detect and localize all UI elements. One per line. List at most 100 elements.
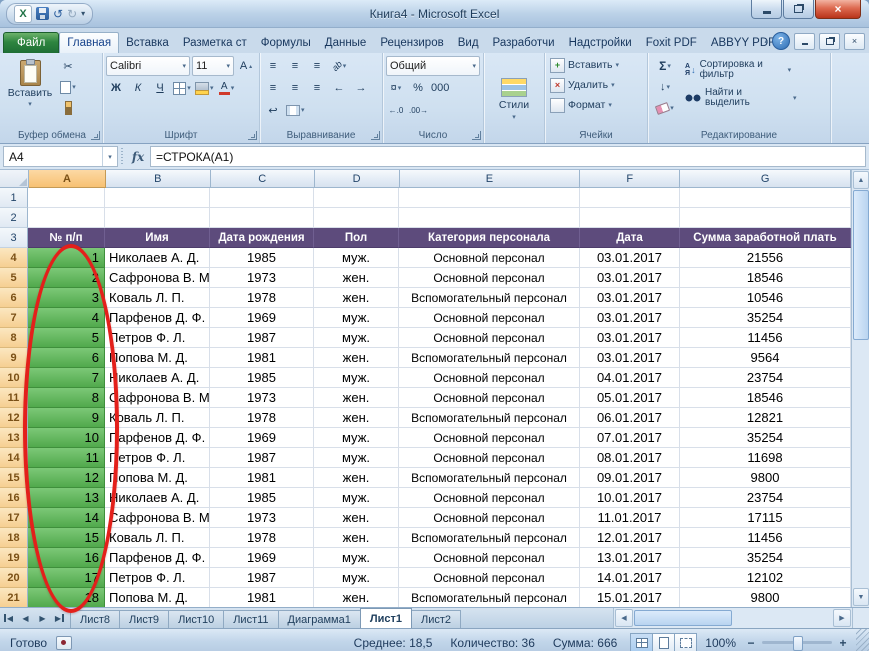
cell-C10[interactable]: 1985 [210, 368, 314, 388]
cell-D17[interactable]: жен. [314, 508, 399, 528]
paste-button[interactable]: Вставить ▾ [5, 56, 55, 127]
cell-E13[interactable]: Основной персонал [399, 428, 580, 448]
cell-D11[interactable]: жен. [314, 388, 399, 408]
cell-B13[interactable]: Парфенов Д. Ф. [105, 428, 210, 448]
close-button[interactable]: × [815, 0, 861, 19]
bold-button[interactable]: Ж [106, 78, 126, 98]
cell-G15[interactable]: 9800 [680, 468, 851, 488]
row-header-15[interactable]: 15 [0, 468, 28, 488]
cell-E8[interactable]: Основной персонал [399, 328, 580, 348]
cell-F10[interactable]: 04.01.2017 [580, 368, 680, 388]
clipboard-dialog-launcher[interactable] [91, 131, 100, 140]
cell-G6[interactable]: 10546 [680, 288, 851, 308]
cell-G4[interactable]: 21556 [680, 248, 851, 268]
cell-D15[interactable]: жен. [314, 468, 399, 488]
orientation-button[interactable]: ab ▾ [329, 56, 349, 76]
workbook-close-button[interactable]: × [844, 32, 865, 50]
cell-F13[interactable]: 07.01.2017 [580, 428, 680, 448]
minimize-button[interactable] [751, 0, 782, 19]
cell-G1[interactable] [680, 188, 851, 208]
row-header-8[interactable]: 8 [0, 328, 28, 348]
cell-B1[interactable] [105, 188, 210, 208]
cell-G5[interactable]: 18546 [680, 268, 851, 288]
cell-C11[interactable]: 1973 [210, 388, 314, 408]
ribbon-tab-вид[interactable]: Вид [451, 33, 486, 53]
cell-C1[interactable] [210, 188, 314, 208]
cell-A14[interactable]: 11 [28, 448, 105, 468]
cell-A19[interactable]: 16 [28, 548, 105, 568]
sheet-tab-лист11[interactable]: Лист11 [223, 610, 279, 628]
cell-B11[interactable]: Сафронова В. М. [105, 388, 210, 408]
cell-F4[interactable]: 03.01.2017 [580, 248, 680, 268]
delete-cells-button[interactable]: × Удалить ▾ [548, 76, 644, 94]
wrap-text-button[interactable]: ↩ [263, 100, 283, 120]
accounting-format-button[interactable]: ¤ ▾ [386, 78, 406, 98]
cell-C18[interactable]: 1978 [210, 528, 314, 548]
page-break-view-button[interactable] [674, 632, 698, 651]
horizontal-scrollbar[interactable]: ◀ ▶ [613, 608, 852, 628]
cell-D14[interactable]: муж. [314, 448, 399, 468]
insert-function-button[interactable]: fx [126, 147, 150, 166]
styles-button[interactable]: Стили ▾ [486, 55, 542, 143]
cell-B3[interactable]: Имя [105, 228, 210, 248]
font-size-select[interactable]: 11 ▾ [192, 56, 234, 76]
cell-B12[interactable]: Коваль Л. П. [105, 408, 210, 428]
cell-A13[interactable]: 10 [28, 428, 105, 448]
cell-D18[interactable]: жен. [314, 528, 399, 548]
ribbon-tab-рецензиров[interactable]: Рецензиров [373, 33, 450, 53]
workbook-restore-button[interactable] [819, 32, 840, 50]
row-header-4[interactable]: 4 [0, 248, 28, 268]
cell-A5[interactable]: 2 [28, 268, 105, 288]
cell-D6[interactable]: жен. [314, 288, 399, 308]
row-header-6[interactable]: 6 [0, 288, 28, 308]
resize-grip[interactable] [856, 629, 869, 651]
cell-B14[interactable]: Петров Ф. Л. [105, 448, 210, 468]
cell-A12[interactable]: 9 [28, 408, 105, 428]
cell-F18[interactable]: 12.01.2017 [580, 528, 680, 548]
cell-G18[interactable]: 11456 [680, 528, 851, 548]
cell-E20[interactable]: Основной персонал [399, 568, 580, 588]
row-header-19[interactable]: 19 [0, 548, 28, 568]
previous-sheet-button[interactable]: ◀ [17, 608, 34, 628]
cell-G12[interactable]: 12821 [680, 408, 851, 428]
column-header-G[interactable]: G [680, 170, 851, 188]
cell-F15[interactable]: 09.01.2017 [580, 468, 680, 488]
tab-file[interactable]: Файл [3, 32, 60, 53]
row-header-1[interactable]: 1 [0, 188, 28, 208]
align-center-button[interactable]: ≡ [285, 78, 305, 98]
cell-B5[interactable]: Сафронова В. М. [105, 268, 210, 288]
row-header-9[interactable]: 9 [0, 348, 28, 368]
cell-E9[interactable]: Вспомогательный персонал [399, 348, 580, 368]
cell-G2[interactable] [680, 208, 851, 228]
cell-C9[interactable]: 1981 [210, 348, 314, 368]
first-sheet-button[interactable]: ◀ [0, 608, 17, 628]
cell-G21[interactable]: 9800 [680, 588, 851, 607]
ribbon-tab-главная[interactable]: Главная [59, 32, 120, 53]
cell-E17[interactable]: Основной персонал [399, 508, 580, 528]
find-select-button[interactable]: Найти и выделить ▾ [682, 84, 827, 111]
decrease-indent-button[interactable]: ← [329, 78, 349, 98]
cell-D13[interactable]: муж. [314, 428, 399, 448]
last-sheet-button[interactable]: ▶ [51, 608, 68, 628]
cell-C13[interactable]: 1969 [210, 428, 314, 448]
row-header-11[interactable]: 11 [0, 388, 28, 408]
ribbon-tab-разметка-ст[interactable]: Разметка ст [176, 33, 254, 53]
sheet-tab-диаграмма1[interactable]: Диаграмма1 [277, 610, 361, 628]
cell-D12[interactable]: жен. [314, 408, 399, 428]
scroll-up-icon[interactable]: ▲ [853, 171, 869, 189]
cell-E2[interactable] [399, 208, 580, 228]
cell-A16[interactable]: 13 [28, 488, 105, 508]
row-header-21[interactable]: 21 [0, 588, 28, 607]
cell-G20[interactable]: 12102 [680, 568, 851, 588]
cell-C21[interactable]: 1981 [210, 588, 314, 607]
restore-button[interactable] [783, 0, 814, 19]
cell-C19[interactable]: 1969 [210, 548, 314, 568]
horizontal-scroll-thumb[interactable] [634, 610, 732, 626]
cell-A20[interactable]: 17 [28, 568, 105, 588]
redo-icon[interactable]: ↻ [67, 8, 77, 20]
collapse-ribbon-icon[interactable]: ▴ [764, 37, 768, 45]
cell-E11[interactable]: Основной персонал [399, 388, 580, 408]
cell-C17[interactable]: 1973 [210, 508, 314, 528]
cell-G11[interactable]: 18546 [680, 388, 851, 408]
decrease-decimal-button[interactable]: .00→ [408, 100, 429, 120]
